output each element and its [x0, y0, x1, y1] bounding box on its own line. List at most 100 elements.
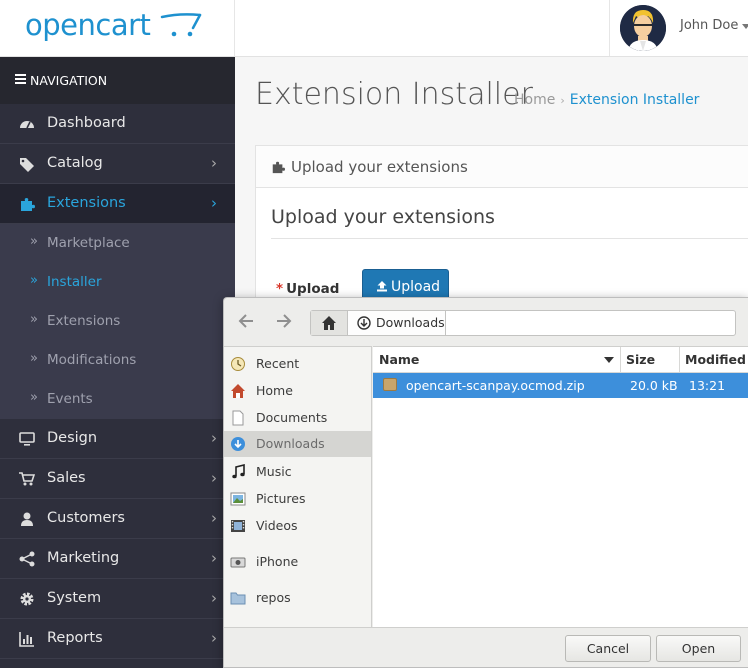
dialog-footer: Cancel Open: [224, 627, 748, 668]
sidebar-item-label: Customers: [47, 510, 125, 526]
dialog-toolbar: Downloads: [224, 298, 748, 346]
breadcrumb-current[interactable]: Extension Installer: [570, 92, 700, 108]
sidebar-item-label: Marketing: [47, 550, 120, 566]
file-list-header: Name Size Modified: [373, 347, 748, 373]
chevron-right-icon: ›: [211, 194, 217, 212]
place-recent[interactable]: Recent: [224, 351, 371, 377]
open-button[interactable]: Open: [656, 635, 741, 662]
sidebar-item-extensions[interactable]: Extensions ›: [0, 184, 235, 224]
nav-title: NAVIGATION: [30, 73, 108, 88]
iphone-icon: [230, 557, 246, 568]
submenu-item-extensions[interactable]: » Extensions: [0, 302, 235, 341]
panel-heading: Upload your extensions: [256, 146, 748, 188]
videos-icon: [231, 520, 245, 532]
user-menu[interactable]: John Doe: [609, 0, 748, 56]
sidebar-item-catalog[interactable]: Catalog ›: [0, 144, 235, 184]
sidebar-item-label: Design: [47, 430, 98, 446]
archive-icon: [383, 378, 397, 391]
sidebar-item-design[interactable]: Design ›: [0, 419, 235, 459]
sidebar: NAVIGATION Dashboard Catalog › Extension…: [0, 57, 235, 668]
submenu-item-label: Extensions: [47, 313, 121, 329]
place-repos[interactable]: repos: [224, 585, 371, 611]
place-label: repos: [256, 590, 291, 605]
tags-icon: [20, 158, 34, 172]
sidebar-item-sales[interactable]: Sales ›: [0, 459, 235, 499]
home-icon: [322, 316, 336, 330]
double-chevron-icon: »: [30, 312, 38, 327]
submenu-item-label: Marketplace: [47, 235, 130, 251]
forward-arrow-icon[interactable]: [274, 312, 294, 332]
breadcrumb-home[interactable]: Home: [514, 92, 555, 108]
puzzle-icon: [272, 161, 285, 174]
place-videos[interactable]: Videos: [224, 513, 371, 539]
place-label: iPhone: [256, 554, 299, 569]
sidebar-item-marketing[interactable]: Marketing ›: [0, 539, 235, 579]
sidebar-item-label: System: [47, 590, 102, 606]
file-row[interactable]: opencart-scanpay.ocmod.zip 20.0 kB 13:21: [373, 373, 748, 398]
place-downloads[interactable]: Downloads: [224, 431, 371, 457]
top-header: opencart John Doe: [0, 0, 748, 57]
place-music[interactable]: Music: [224, 459, 371, 485]
upload-label-text: Upload: [286, 281, 340, 297]
column-header-modified[interactable]: Modified: [685, 352, 746, 367]
back-arrow-icon[interactable]: [236, 312, 256, 332]
places-sidebar: Recent Home Documents Downloads Music Pi…: [224, 346, 372, 627]
file-list: Name Size Modified opencart-scanpay.ocmo…: [373, 346, 748, 627]
page-title: Extension Installer: [255, 77, 533, 112]
logo-text: opencart: [25, 8, 151, 42]
user-name: John Doe: [680, 18, 739, 33]
path-segment-label: Downloads: [376, 315, 445, 330]
chevron-right-icon: ›: [211, 589, 217, 607]
sidebar-item-customers[interactable]: Customers ›: [0, 499, 235, 539]
path-home-button[interactable]: [311, 311, 348, 335]
place-iphone[interactable]: iPhone: [224, 549, 371, 575]
panel-title: Upload your extensions: [291, 158, 468, 176]
place-label: Recent: [256, 356, 300, 371]
chevron-down-icon: [742, 24, 748, 29]
document-icon: [232, 410, 244, 426]
download-icon: [231, 437, 245, 451]
user-icon: [21, 512, 33, 526]
home-icon: [231, 384, 245, 398]
chevron-right-icon: ›: [211, 629, 217, 647]
bar-chart-icon: [19, 632, 34, 647]
logo[interactable]: opencart: [0, 0, 235, 56]
music-icon: [232, 464, 245, 479]
submenu-item-label: Events: [47, 391, 93, 407]
sidebar-item-label: Dashboard: [47, 115, 126, 131]
submenu-item-label: Modifications: [47, 352, 137, 368]
submenu-item-marketplace[interactable]: » Marketplace: [0, 224, 235, 263]
recent-icon: [231, 357, 245, 371]
breadcrumb: Home › Extension Installer: [514, 92, 699, 108]
file-name: opencart-scanpay.ocmod.zip: [406, 378, 585, 393]
column-header-size[interactable]: Size: [626, 352, 655, 367]
file-chooser-dialog: Downloads Recent Home Documents Download…: [223, 297, 748, 668]
place-label: Documents: [256, 410, 328, 425]
path-downloads-button[interactable]: Downloads: [348, 311, 446, 335]
double-chevron-icon: »: [30, 273, 38, 288]
nav-header[interactable]: NAVIGATION: [0, 57, 235, 104]
cart-logo-icon: [160, 13, 202, 37]
sort-down-icon: [604, 357, 614, 363]
submenu-item-events[interactable]: » Events: [0, 380, 235, 419]
double-chevron-icon: »: [30, 390, 38, 405]
submenu-item-installer[interactable]: » Installer: [0, 263, 235, 302]
place-documents[interactable]: Documents: [224, 405, 371, 431]
sidebar-item-reports[interactable]: Reports ›: [0, 619, 235, 659]
cancel-button[interactable]: Cancel: [565, 635, 651, 662]
file-modified: 13:21: [689, 378, 726, 393]
place-pictures[interactable]: Pictures: [224, 486, 371, 512]
place-label: Pictures: [256, 491, 306, 506]
download-circle-icon: [357, 316, 371, 330]
column-header-name[interactable]: Name: [379, 352, 419, 367]
submenu-item-modifications[interactable]: » Modifications: [0, 341, 235, 380]
column-divider: [679, 347, 680, 373]
sidebar-item-dashboard[interactable]: Dashboard: [0, 104, 235, 144]
upload-icon: [377, 281, 387, 292]
sidebar-item-label: Sales: [47, 470, 86, 486]
place-home[interactable]: Home: [224, 378, 371, 404]
place-label: Videos: [256, 518, 298, 533]
cog-icon: [20, 592, 34, 606]
file-size: 20.0 kB: [630, 378, 678, 393]
sidebar-item-system[interactable]: System ›: [0, 579, 235, 619]
